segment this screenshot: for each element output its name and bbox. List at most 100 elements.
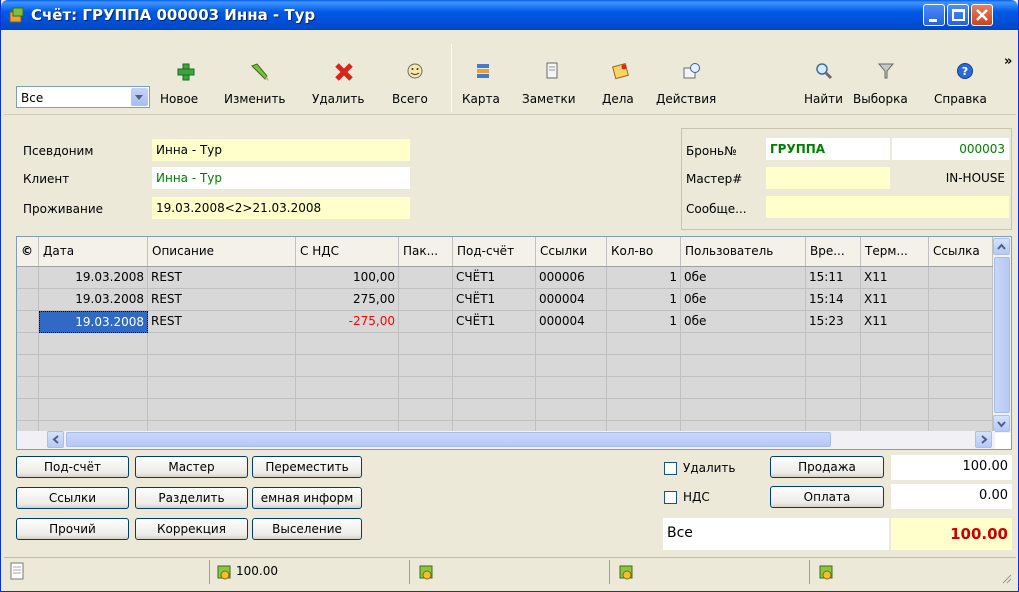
links-button[interactable]: Ссылки [16,487,129,509]
cell-ref[interactable]: 000004 [536,289,607,311]
sale-button[interactable]: Продажа [770,456,884,478]
info-button[interactable]: емная информ [252,487,362,509]
close-button[interactable] [971,4,993,26]
cell-date-selected[interactable]: 19.03.2008 [39,311,148,333]
booking-number-field[interactable]: 000003 [892,138,1009,160]
table-row[interactable]: 19.03.2008 REST 275,00 СЧЁТ1 000004 1 0б… [17,289,993,311]
toolbar-button-filter[interactable]: Выборка [853,60,923,110]
scroll-down-button[interactable] [993,415,1010,432]
cell-time[interactable]: 15:11 [806,267,861,289]
cell-link[interactable] [929,311,993,333]
cell-subaccount[interactable]: СЧЁТ1 [453,289,536,311]
cell-package[interactable] [399,311,453,333]
scroll-right-button[interactable] [975,431,992,448]
column-header[interactable]: Ссылки [536,237,607,266]
vertical-scroll-thumb[interactable] [994,257,1010,413]
vat-checkbox[interactable] [664,491,677,504]
toolbar-overflow-chevron[interactable]: » [1004,54,1012,69]
column-header[interactable]: Терм... [861,237,929,266]
cell-ref[interactable]: 000006 [536,267,607,289]
cell-description[interactable]: REST [148,289,296,311]
scroll-up-button[interactable] [993,238,1010,255]
cell-link[interactable] [929,289,993,311]
toolbar-button-edit[interactable]: Изменить [224,60,300,110]
toolbar-button-notes[interactable]: Заметки [522,60,590,110]
toolbar-button-new[interactable]: Новое [160,60,212,110]
cell-terminal[interactable]: X11 [861,311,929,333]
move-button[interactable]: Переместить [252,456,362,478]
cell-user[interactable]: 0бе [681,311,806,333]
filter-select[interactable]: Все [16,86,150,108]
cell-description[interactable]: REST [148,267,296,289]
booking-group-field[interactable]: ГРУППА [766,138,890,160]
column-header[interactable]: Вре... [806,237,861,266]
stay-field[interactable]: 19.03.2008<2>21.03.2008 [152,197,410,219]
table-row-empty[interactable] [17,377,993,399]
payment-button[interactable]: Оплата [770,486,884,508]
column-header[interactable]: Пользователь [681,237,806,266]
cell-time[interactable]: 15:23 [806,311,861,333]
table-row-empty[interactable] [17,355,993,377]
cell-amount[interactable]: 100,00 [296,267,399,289]
cell-qty[interactable]: 1 [607,311,681,333]
cell-date[interactable]: 19.03.2008 [39,289,148,311]
resize-grip-icon[interactable] [1000,572,1012,584]
cell-amount[interactable]: 275,00 [296,289,399,311]
column-header[interactable]: © [17,237,39,266]
cell-terminal[interactable]: X11 [861,289,929,311]
minimize-button[interactable] [923,4,945,26]
cell-user[interactable]: 0бе [681,267,806,289]
toolbar-button-card[interactable]: Карта [462,60,510,110]
cell-package[interactable] [399,289,453,311]
cell-link[interactable] [929,267,993,289]
column-header[interactable]: Под-счёт [453,237,536,266]
other-button[interactable]: Прочий [16,518,129,540]
horizontal-scrollbar[interactable] [17,431,995,449]
column-header[interactable]: Пак... [399,237,453,266]
cell-date[interactable]: 19.03.2008 [39,267,148,289]
cell-package[interactable] [399,267,453,289]
master-left-field[interactable] [766,167,890,189]
cell-description[interactable]: REST [148,311,296,333]
cell-subaccount[interactable]: СЧЁТ1 [453,267,536,289]
title-bar[interactable]: Счёт: ГРУППА 000003 Инна - Тур [1,0,1018,30]
subaccount-button[interactable]: Под-счёт [16,456,129,478]
horizontal-scroll-thumb[interactable] [66,432,831,447]
maximize-button[interactable] [947,4,969,26]
cell-time[interactable]: 15:14 [806,289,861,311]
chevron-down-icon[interactable] [131,88,148,106]
cell-terminal[interactable]: X11 [861,267,929,289]
table-row[interactable]: 19.03.2008 REST -275,00 СЧЁТ1 000004 1 0… [17,311,993,333]
cell-amount[interactable]: -275,00 [296,311,399,333]
toolbar-button-tasks[interactable]: Дела [602,60,642,110]
cell-user[interactable]: 0бе [681,289,806,311]
vertical-scrollbar[interactable] [993,237,1011,433]
message-field[interactable] [766,196,1009,218]
table-row-empty[interactable] [17,399,993,421]
scroll-left-button[interactable] [47,431,64,448]
table-row-empty[interactable] [17,333,993,355]
toolbar-button-delete[interactable]: Удалить [312,60,380,110]
client-field[interactable]: Инна - Тур [152,167,410,189]
column-header[interactable]: Описание [148,237,296,266]
alias-field[interactable]: Инна - Тур [152,139,410,161]
split-button[interactable]: Разделить [135,487,248,509]
cell-qty[interactable]: 1 [607,289,681,311]
cell-qty[interactable]: 1 [607,267,681,289]
cell-subaccount[interactable]: СЧЁТ1 [453,311,536,333]
toolbar-button-help[interactable]: ? Справка [934,60,1000,110]
correction-button[interactable]: Коррекция [135,518,248,540]
column-header[interactable]: Кол-во [607,237,681,266]
cell-ref[interactable]: 000004 [536,311,607,333]
column-header[interactable]: Ссылка [929,237,993,266]
master-button[interactable]: Мастер [135,456,248,478]
toolbar-button-actions[interactable]: Действия [656,60,732,110]
column-header[interactable]: С НДС [296,237,399,266]
delete-checkbox[interactable] [664,462,677,475]
table-row[interactable]: 19.03.2008 REST 100,00 СЧЁТ1 000006 1 0б… [17,267,993,289]
column-header[interactable]: Дата [39,237,148,266]
toolbar-button-total[interactable]: Всего [392,60,440,110]
toolbar-button-search[interactable]: Найти [804,60,844,110]
master-value-field[interactable]: IN-HOUSE [892,167,1009,189]
checkout-button[interactable]: Выселение [252,518,362,540]
